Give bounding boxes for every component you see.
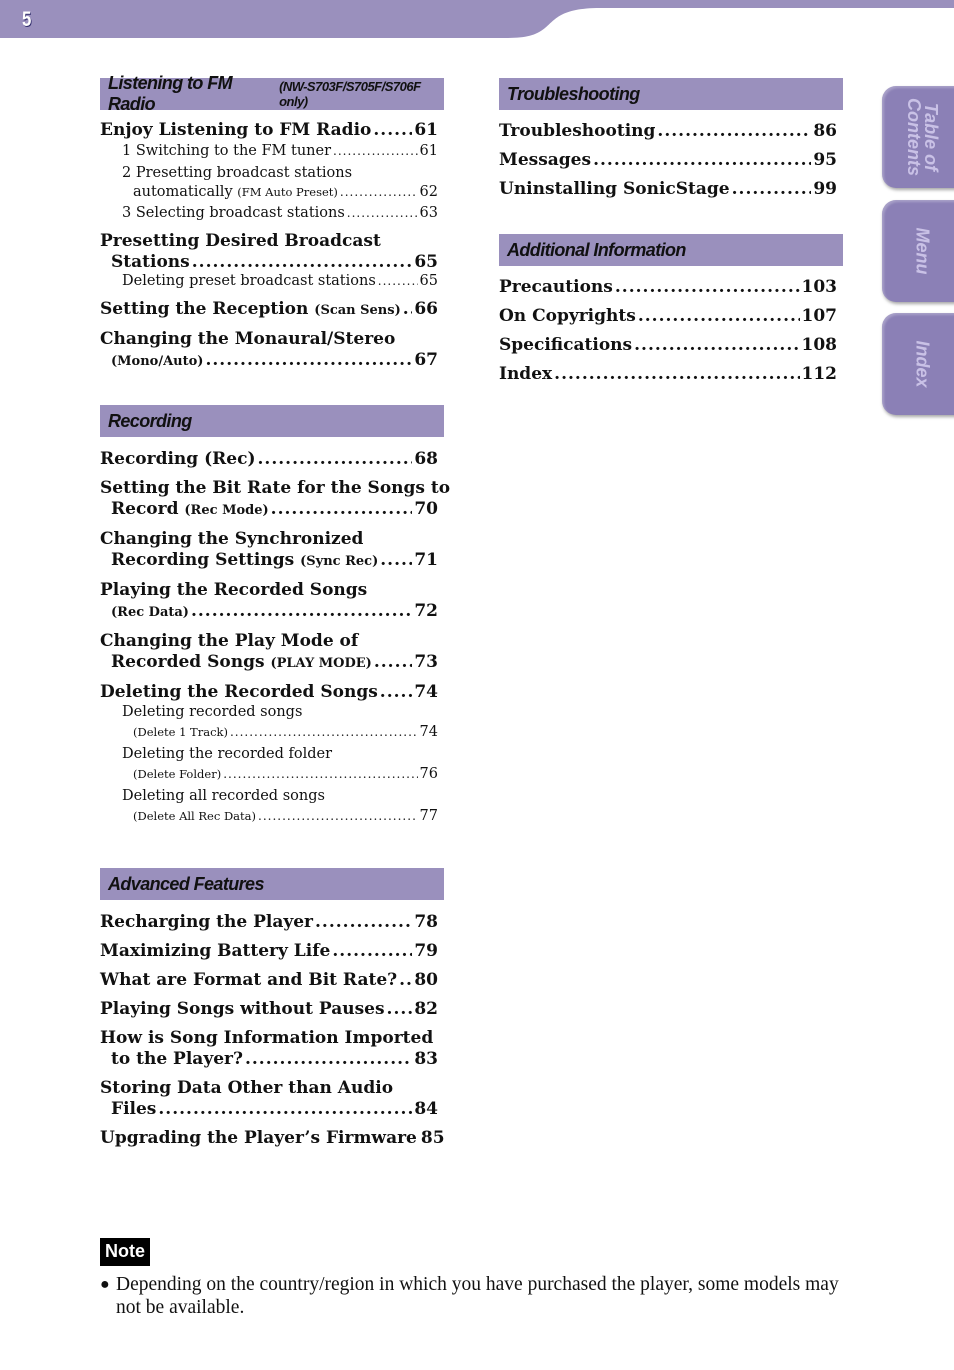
page-number: 5: [22, 8, 32, 31]
toc-right-column: Troubleshooting Troubleshooting86 Messag…: [499, 78, 843, 393]
toc-entry[interactable]: Troubleshooting86: [499, 121, 837, 142]
toc-left-column: Listening to FM Radio (NW-S703F/S705F/S7…: [100, 73, 450, 1157]
header-band: 5: [0, 0, 954, 40]
note-label: Note: [100, 1238, 150, 1266]
toc-entry[interactable]: Changing the Synchronized Recording Sett…: [100, 529, 438, 572]
toc-entry[interactable]: Presetting Desired Broadcast Stations65: [100, 231, 438, 273]
toc-entry[interactable]: Recording (Rec)68: [100, 449, 438, 470]
toc-entry[interactable]: What are Format and Bit Rate?80: [100, 970, 438, 991]
toc-entry[interactable]: Playing Songs without Pauses82: [100, 999, 438, 1020]
tab-menu-label: Menu: [912, 227, 933, 275]
section-header-recording: Recording: [100, 405, 444, 437]
note-text: ● Depending on the country/region in whi…: [100, 1274, 839, 1318]
toc-entry[interactable]: Upgrading the Player’s Firmware 85: [100, 1128, 445, 1149]
section-header-additional-information: Additional Information: [499, 234, 843, 266]
toc-entry[interactable]: Maximizing Battery Life79: [100, 941, 438, 962]
toc-entry[interactable]: Precautions103: [499, 277, 837, 298]
toc-entry[interactable]: Changing the Monaural/Stereo (Mono/Auto)…: [100, 329, 438, 372]
toc-entry[interactable]: Uninstalling SonicStage99: [499, 179, 837, 200]
toc-subentry[interactable]: Deleting the recorded folder (Delete Fol…: [100, 744, 438, 784]
toc-entry[interactable]: Playing the Recorded Songs (Rec Data)72: [100, 580, 438, 623]
toc-subentry[interactable]: 3 Selecting broadcast stations63: [100, 203, 438, 223]
tab-menu[interactable]: Menu: [882, 200, 954, 302]
tab-index[interactable]: Index: [882, 313, 954, 415]
section-header-advanced-features: Advanced Features: [100, 868, 444, 900]
toc-entry[interactable]: On Copyrights107: [499, 306, 837, 327]
toc-entry[interactable]: Setting the Bit Rate for the Songs to Re…: [100, 478, 450, 521]
toc-entry[interactable]: Storing Data Other than Audio Files84: [100, 1078, 438, 1120]
toc-entry[interactable]: Setting the Reception (Scan Sens)66: [100, 299, 438, 321]
toc-entry[interactable]: Messages95: [499, 150, 837, 171]
toc-entry[interactable]: Recharging the Player78: [100, 912, 438, 933]
bullet-icon: ●: [100, 1276, 110, 1293]
toc-subentry[interactable]: Deleting all recorded songs (Delete All …: [100, 786, 438, 826]
toc-entry[interactable]: Deleting the Recorded Songs74: [100, 682, 438, 703]
section-header-fm-radio: Listening to FM Radio (NW-S703F/S705F/S7…: [100, 73, 444, 114]
toc-entry[interactable]: Index112: [499, 364, 837, 385]
toc-subentry[interactable]: 1 Switching to the FM tuner61: [100, 141, 438, 161]
toc-subentry[interactable]: 2 Presetting broadcast stations automati…: [100, 163, 438, 201]
toc-entry[interactable]: Changing the Play Mode of Recorded Songs…: [100, 631, 438, 674]
toc-subentry[interactable]: Deleting preset broadcast stations65: [100, 271, 438, 291]
section-header-troubleshooting: Troubleshooting: [499, 78, 843, 110]
header-band-shape: [0, 0, 954, 38]
tab-index-label: Index: [912, 340, 933, 388]
toc-subentry[interactable]: Deleting recorded songs (Delete 1 Track)…: [100, 702, 438, 742]
toc-entry[interactable]: How is Song Information Imported to the …: [100, 1028, 438, 1070]
tab-table-of-contents[interactable]: Table of Contents: [882, 86, 954, 188]
toc-entry[interactable]: Enjoy Listening to FM Radio61: [100, 120, 438, 141]
toc-entry[interactable]: Specifications108: [499, 335, 837, 356]
tab-toc-label: Table of Contents: [904, 98, 941, 176]
